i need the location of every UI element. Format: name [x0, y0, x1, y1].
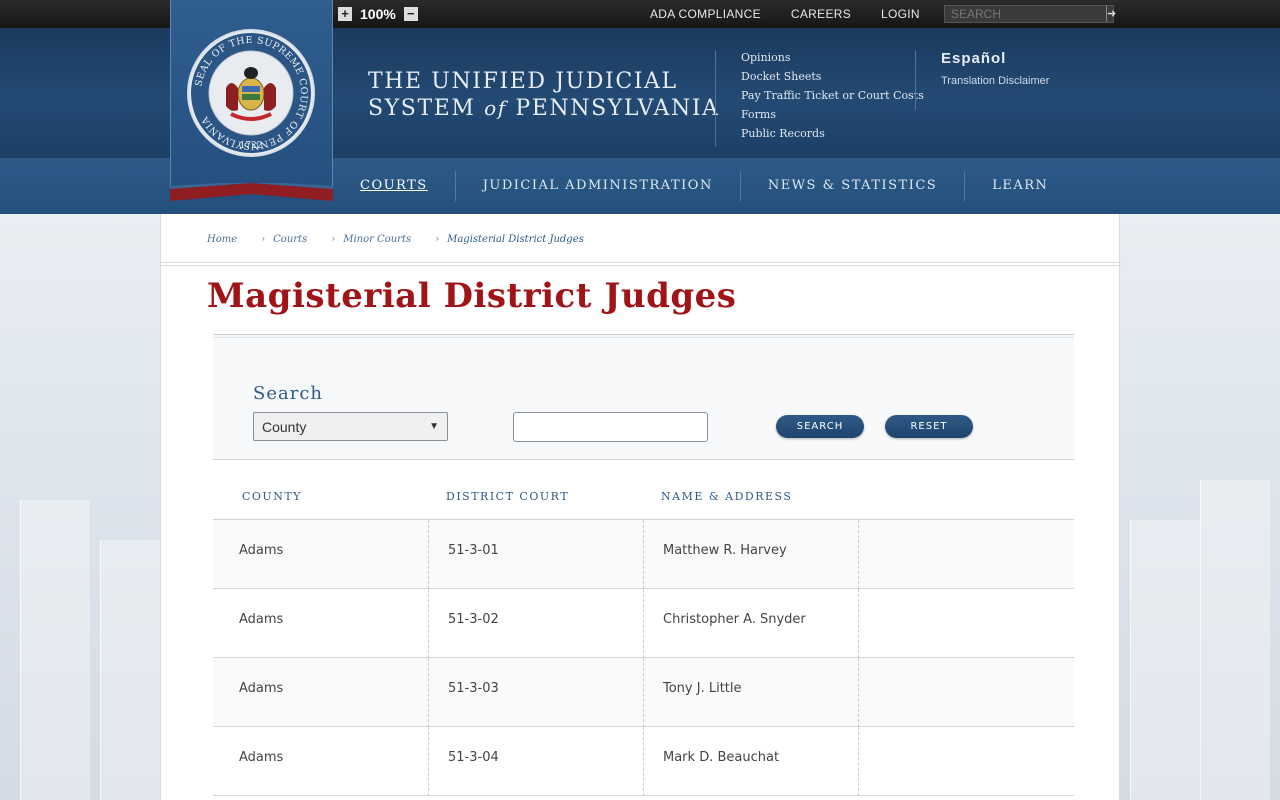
arrow-right-icon[interactable]: ➜ — [1106, 6, 1116, 22]
county-select-value: County — [262, 418, 307, 435]
breadcrumb: Home › Courts › Minor Courts › Magisteri… — [207, 234, 608, 245]
cell-district-court: 51-3-02 — [448, 612, 499, 627]
language-options: Español Translation Disclaimer — [941, 50, 1049, 87]
breadcrumb-courts[interactable]: Courts — [273, 234, 307, 245]
column-divider — [643, 658, 644, 727]
breadcrumb-home[interactable]: Home — [207, 234, 237, 245]
nav-learn[interactable]: LEARN — [965, 171, 1075, 201]
column-header-county[interactable]: COUNTY — [242, 490, 302, 503]
column-divider — [428, 658, 429, 727]
judges-table: COUNTY DISTRICT COURT NAME & ADDRESS Ada… — [213, 474, 1074, 796]
table-header: COUNTY DISTRICT COURT NAME & ADDRESS — [213, 474, 1074, 520]
table-row[interactable]: Adams 51-3-03 Tony J. Little — [213, 658, 1074, 727]
zoom-out-button[interactable]: − — [403, 7, 418, 21]
cell-district-court: 51-3-04 — [448, 750, 499, 765]
chevron-right-icon: › — [435, 234, 440, 245]
nav-judicial-administration[interactable]: JUDICIAL ADMINISTRATION — [456, 171, 741, 201]
translation-disclaimer-link[interactable]: Translation Disclaimer — [941, 75, 1049, 87]
zoom-in-button[interactable]: + — [338, 7, 352, 21]
quick-links: Opinions Docket Sheets Pay Traffic Ticke… — [741, 50, 924, 141]
reset-button[interactable]: RESET — [885, 415, 973, 438]
cell-county: Adams — [239, 750, 284, 765]
table-row[interactable]: Adams 51-3-01 Matthew R. Harvey — [213, 520, 1074, 589]
column-header-name-address[interactable]: NAME & ADDRESS — [661, 490, 792, 503]
forms-link[interactable]: Forms — [741, 107, 924, 122]
site-title-line1: THE UNIFIED JUDICIAL — [368, 69, 678, 94]
espanol-link[interactable]: Español — [941, 50, 1049, 67]
careers-link[interactable]: CAREERS — [791, 7, 851, 21]
cell-name[interactable]: Christopher A. Snyder — [663, 589, 806, 657]
ada-compliance-link[interactable]: ADA COMPLIANCE — [650, 7, 761, 21]
page-title: Magisterial District Judges — [207, 276, 737, 316]
cell-district-court: 51-3-03 — [448, 681, 499, 696]
site-search-input[interactable] — [945, 6, 1106, 22]
column-divider — [858, 727, 859, 796]
column-divider — [858, 520, 859, 589]
cell-district-court: 51-3-01 — [448, 543, 499, 558]
column-header-district-court[interactable]: DISTRICT COURT — [446, 490, 569, 503]
header-divider — [915, 50, 916, 110]
login-link[interactable]: LOGIN — [881, 7, 920, 21]
text-zoom-control: + 100% − — [338, 5, 418, 23]
county-select[interactable]: County ▼ — [253, 412, 448, 441]
column-divider — [643, 727, 644, 796]
svg-text:1722: 1722 — [240, 141, 263, 151]
column-divider — [643, 520, 644, 589]
main-nav: COURTS JUDICIAL ADMINISTRATION NEWS & ST… — [333, 158, 1075, 214]
column-divider — [428, 727, 429, 796]
header-divider — [715, 50, 716, 146]
main-content: Home › Courts › Minor Courts › Magisteri… — [160, 214, 1121, 800]
search-heading: Search — [253, 383, 323, 404]
nav-courts[interactable]: COURTS — [333, 171, 456, 201]
search-text-input[interactable] — [513, 412, 708, 442]
column-divider — [858, 589, 859, 658]
chevron-down-icon: ▼ — [429, 421, 439, 432]
cell-county: Adams — [239, 543, 284, 558]
breadcrumb-divider — [161, 262, 1121, 263]
column-divider — [428, 520, 429, 589]
cell-county: Adams — [239, 681, 284, 696]
search-button[interactable]: SEARCH — [776, 415, 864, 438]
nav-news-statistics[interactable]: NEWS & STATISTICS — [741, 171, 966, 201]
chevron-right-icon: › — [261, 234, 266, 245]
cell-name[interactable]: Tony J. Little — [663, 658, 742, 726]
supreme-court-seal-logo[interactable]: SEAL OF THE SUPREME COURT OF PENNSYLVANI… — [186, 28, 316, 158]
cell-county: Adams — [239, 612, 284, 627]
utility-links: ADA COMPLIANCE CAREERS LOGIN — [650, 0, 920, 28]
pay-traffic-ticket-link[interactable]: Pay Traffic Ticket or Court Costs — [741, 88, 924, 103]
table-row[interactable]: Adams 51-3-04 Mark D. Beauchat — [213, 727, 1074, 796]
opinions-link[interactable]: Opinions — [741, 50, 924, 65]
column-divider — [428, 589, 429, 658]
chevron-right-icon: › — [331, 234, 336, 245]
zoom-level: 100% — [360, 6, 396, 22]
column-divider — [858, 658, 859, 727]
cell-name[interactable]: Matthew R. Harvey — [663, 520, 787, 588]
breadcrumb-divider — [161, 265, 1121, 266]
docket-sheets-link[interactable]: Docket Sheets — [741, 69, 924, 84]
cell-name[interactable]: Mark D. Beauchat — [663, 727, 779, 795]
site-title[interactable]: THE UNIFIED JUDICIAL SYSTEM of PENNSYLVA… — [368, 68, 720, 122]
breadcrumb-minor-courts[interactable]: Minor Courts — [343, 234, 411, 245]
site-search: ➜ — [944, 5, 1116, 23]
search-panel: Search County ▼ SEARCH RESET — [213, 334, 1074, 460]
public-records-link[interactable]: Public Records — [741, 126, 924, 141]
banner-ribbon — [170, 183, 333, 201]
site-title-line2: SYSTEM of PENNSYLVANIA — [368, 96, 720, 121]
table-row[interactable]: Adams 51-3-02 Christopher A. Snyder — [213, 589, 1074, 658]
breadcrumb-current: Magisterial District Judges — [447, 234, 584, 245]
column-divider — [643, 589, 644, 658]
